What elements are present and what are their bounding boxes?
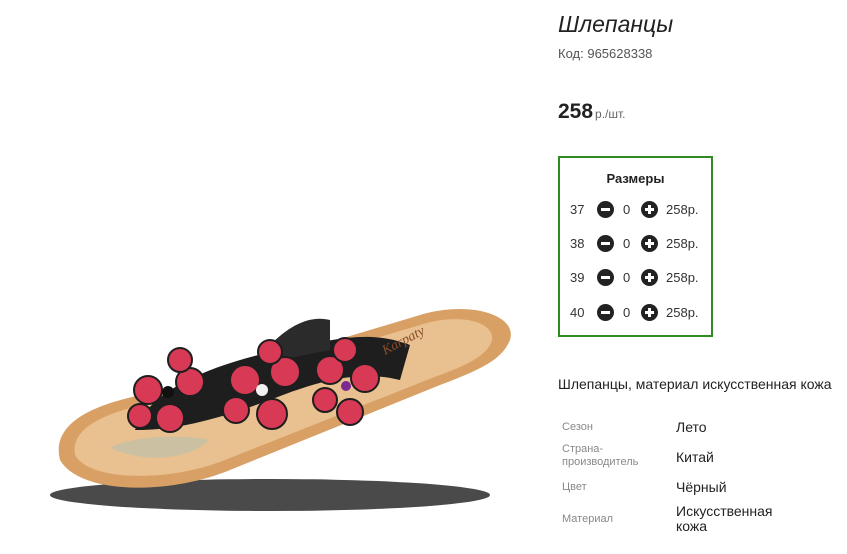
code-label: Код: — [558, 46, 584, 61]
code-value: 965628338 — [587, 46, 653, 61]
size-price: 258р. — [666, 236, 699, 251]
spec-value: Искусственная кожа — [676, 503, 773, 534]
product-image: Karpaty — [40, 290, 520, 520]
size-price: 258р. — [666, 270, 699, 285]
size-quantity: 0 — [623, 236, 631, 251]
price-value: 258 — [558, 100, 594, 123]
size-label: 39 — [570, 270, 585, 285]
spec-label: Материал — [562, 513, 613, 525]
size-label: 40 — [570, 305, 585, 320]
minus-icon[interactable] — [597, 269, 614, 286]
size-price: 258р. — [666, 202, 699, 217]
product-code: Код: 965628338 — [558, 46, 652, 61]
size-row: 40 0 258р. — [560, 303, 711, 323]
sizes-title: Размеры — [606, 171, 665, 186]
minus-icon[interactable] — [597, 235, 614, 252]
spec-value: Чёрный — [676, 479, 727, 495]
spec-value: Лето — [676, 419, 707, 435]
size-quantity: 0 — [623, 202, 631, 217]
size-price: 258р. — [666, 305, 699, 320]
spec-label: Страна- производитель — [562, 443, 639, 468]
spec-label: Цвет — [562, 481, 587, 493]
product-title: Шлепанцы — [558, 11, 674, 37]
size-quantity: 0 — [623, 305, 631, 320]
price-row: 258 р./шт. — [558, 100, 626, 124]
spec-label: Сезон — [562, 421, 593, 433]
size-row: 39 0 258р. — [560, 268, 711, 288]
sizes-box: Размеры 37 0 258р. 38 0 258р. 39 0 258р.… — [558, 156, 713, 337]
minus-icon[interactable] — [597, 304, 614, 321]
plus-icon[interactable] — [641, 269, 658, 286]
spec-value: Китай — [676, 449, 714, 465]
minus-icon[interactable] — [597, 201, 614, 218]
size-row: 37 0 258р. — [560, 200, 711, 220]
size-quantity: 0 — [623, 270, 631, 285]
size-label: 38 — [570, 236, 585, 251]
size-row: 38 0 258р. — [560, 234, 711, 254]
plus-icon[interactable] — [641, 201, 658, 218]
plus-icon[interactable] — [641, 235, 658, 252]
plus-icon[interactable] — [641, 304, 658, 321]
product-description: Шлепанцы, материал искусственная кожа — [558, 376, 832, 392]
size-label: 37 — [570, 202, 585, 217]
price-unit: р./шт. — [595, 107, 626, 121]
